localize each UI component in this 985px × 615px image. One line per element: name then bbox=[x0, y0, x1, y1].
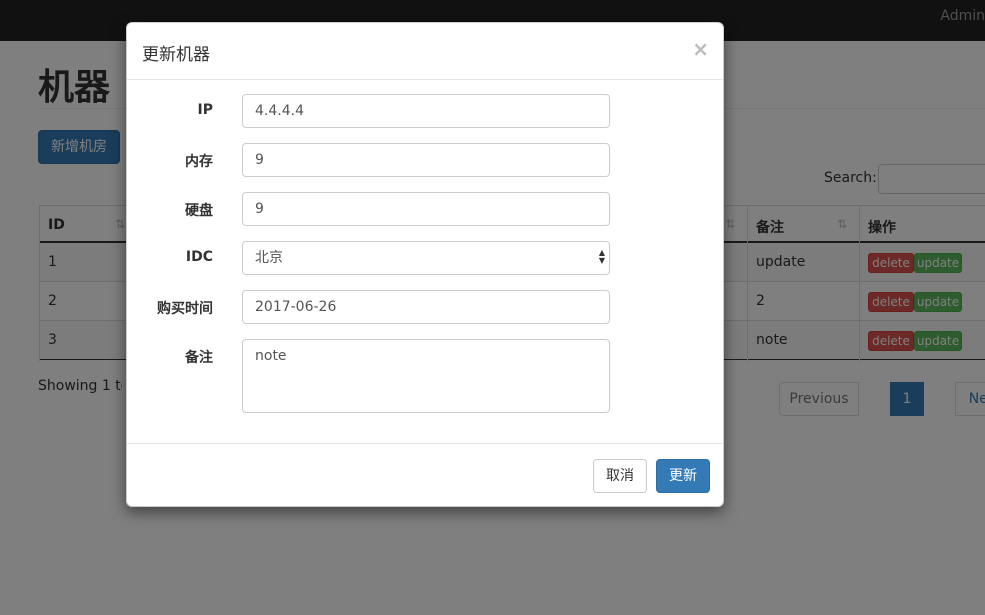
close-icon[interactable]: × bbox=[692, 37, 709, 61]
note-label: 备注 bbox=[185, 350, 213, 366]
update-machine-modal: 更新机器 × IP 4.4.4.4 内存 9 硬盘 9 IDC 北京 ▲ ▼ 购买… bbox=[126, 22, 724, 507]
idc-selected-value: 北京 bbox=[255, 250, 283, 266]
note-textarea[interactable]: note bbox=[242, 339, 610, 413]
memory-input[interactable]: 9 bbox=[242, 143, 610, 177]
modal-header: 更新机器 × bbox=[127, 23, 723, 80]
memory-label: 内存 bbox=[185, 154, 213, 170]
ip-input[interactable]: 4.4.4.4 bbox=[242, 94, 610, 128]
modal-title: 更新机器 bbox=[142, 45, 210, 65]
purchase-date-label: 购买时间 bbox=[157, 301, 213, 317]
disk-input[interactable]: 9 bbox=[242, 192, 610, 226]
purchase-date-input[interactable]: 2017-06-26 bbox=[242, 290, 610, 324]
select-arrows-icon: ▲ ▼ bbox=[598, 248, 605, 265]
disk-label: 硬盘 bbox=[185, 203, 213, 219]
update-button[interactable]: 更新 bbox=[656, 459, 710, 493]
modal-footer: 取消 更新 bbox=[127, 443, 723, 507]
cancel-button[interactable]: 取消 bbox=[593, 459, 647, 493]
idc-select[interactable]: 北京 ▲ ▼ bbox=[242, 241, 610, 275]
ip-label: IP bbox=[197, 102, 213, 118]
idc-label: IDC bbox=[185, 249, 213, 265]
